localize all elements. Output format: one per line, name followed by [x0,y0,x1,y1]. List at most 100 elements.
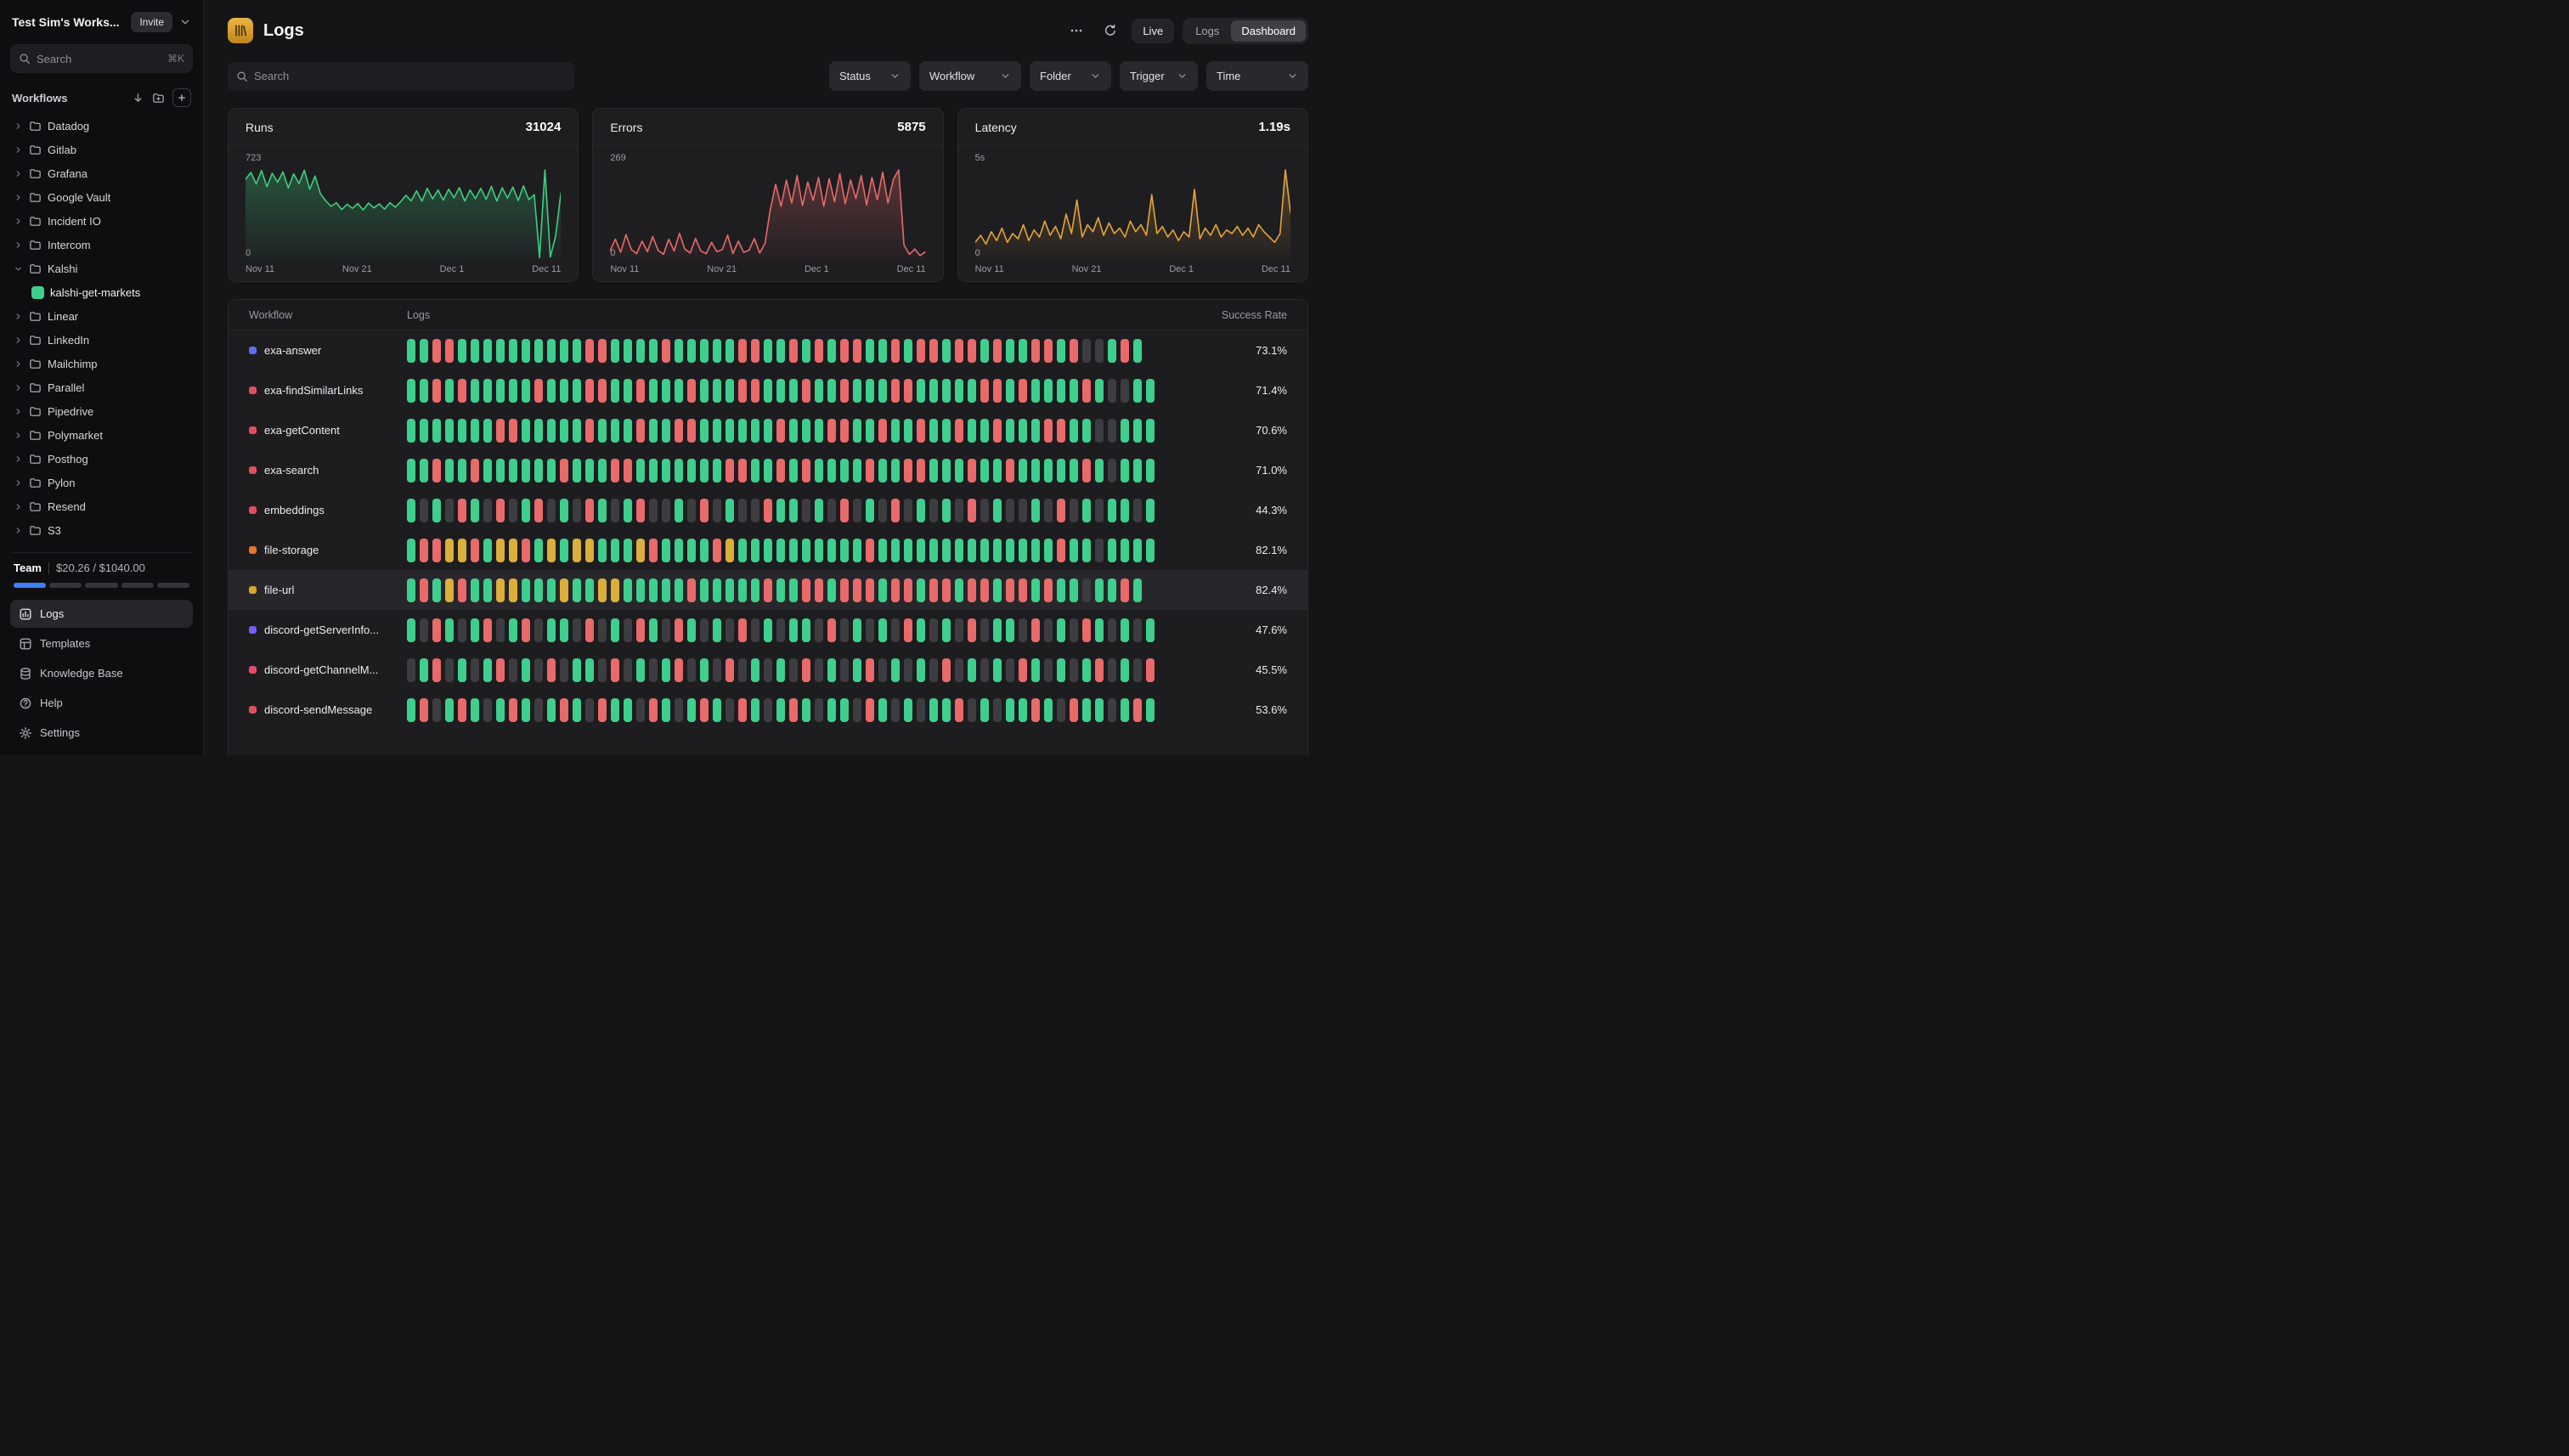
log-bar[interactable] [534,578,543,602]
log-bar[interactable] [1121,419,1129,443]
log-bar[interactable] [904,419,912,443]
log-bar[interactable] [483,419,492,443]
log-bar[interactable] [445,459,454,483]
log-bar[interactable] [585,499,594,522]
log-bar[interactable] [942,459,951,483]
log-bar[interactable] [802,459,810,483]
log-bar[interactable] [675,698,683,722]
log-bar[interactable] [1095,658,1104,682]
log-bar[interactable] [662,578,670,602]
log-bar[interactable] [853,618,861,642]
log-bar[interactable] [1006,499,1014,522]
log-bar[interactable] [1044,698,1053,722]
log-bar[interactable] [687,499,696,522]
log-bar[interactable] [585,578,594,602]
log-bar[interactable] [675,578,683,602]
log-bar[interactable] [1095,539,1104,562]
log-bar[interactable] [560,339,568,363]
log-bar[interactable] [598,578,607,602]
log-bar[interactable] [662,539,670,562]
log-bar[interactable] [738,459,747,483]
log-bar[interactable] [955,698,963,722]
log-bar[interactable] [1044,379,1053,403]
log-bar[interactable] [891,419,900,443]
filter-status[interactable]: Status [829,61,911,91]
log-bar[interactable] [458,499,466,522]
log-bar[interactable] [432,578,441,602]
log-bar[interactable] [509,578,517,602]
log-bar[interactable] [866,379,874,403]
log-bar[interactable] [929,658,938,682]
log-bar[interactable] [636,698,645,722]
log-bar[interactable] [1121,459,1129,483]
log-bar[interactable] [968,618,976,642]
sidebar-folder-mailchimp[interactable]: Mailchimp [10,352,193,375]
log-bar[interactable] [955,459,963,483]
log-bar[interactable] [675,499,683,522]
table-row-file-url[interactable]: file-url82.4% [229,570,1307,610]
log-bar[interactable] [407,379,415,403]
log-bar[interactable] [980,658,989,682]
log-bar[interactable] [929,339,938,363]
log-bar[interactable] [1019,658,1027,682]
log-bar[interactable] [1070,658,1078,682]
log-bar[interactable] [878,499,887,522]
sidebar-folder-grafana[interactable]: Grafana [10,161,193,185]
log-bar[interactable] [980,539,989,562]
log-bar[interactable] [649,499,658,522]
log-bar[interactable] [1146,658,1155,682]
log-bar[interactable] [955,658,963,682]
log-bar[interactable] [675,658,683,682]
log-bar[interactable] [624,698,632,722]
table-row-exa-findsimilarlinks[interactable]: exa-findSimilarLinks71.4% [229,370,1307,410]
log-bar[interactable] [687,419,696,443]
log-bar[interactable] [815,459,823,483]
log-bar[interactable] [649,658,658,682]
log-bar[interactable] [776,499,785,522]
log-bar[interactable] [1070,459,1078,483]
log-bar[interactable] [751,698,759,722]
log-bar[interactable] [496,459,505,483]
log-bar[interactable] [560,539,568,562]
log-bar[interactable] [1019,618,1027,642]
log-bar[interactable] [929,698,938,722]
log-bar[interactable] [955,499,963,522]
sidebar-search-input[interactable]: Search ⌘K [10,44,193,73]
log-bar[interactable] [687,459,696,483]
log-bar[interactable] [624,379,632,403]
log-bar[interactable] [891,618,900,642]
log-bar[interactable] [878,379,887,403]
log-bar[interactable] [522,459,530,483]
log-bar[interactable] [726,379,734,403]
log-bar[interactable] [980,499,989,522]
filter-folder[interactable]: Folder [1030,61,1111,91]
log-bar[interactable] [1070,578,1078,602]
log-bar[interactable] [573,419,581,443]
log-bar[interactable] [1057,419,1065,443]
log-bar[interactable] [662,419,670,443]
log-bar[interactable] [751,618,759,642]
log-bar[interactable] [598,539,607,562]
log-bar[interactable] [1082,539,1091,562]
log-bar[interactable] [624,539,632,562]
log-bar[interactable] [471,499,479,522]
log-bar[interactable] [776,539,785,562]
log-bar[interactable] [573,379,581,403]
log-bar[interactable] [420,459,428,483]
log-bar[interactable] [534,499,543,522]
log-bar[interactable] [407,499,415,522]
log-bar[interactable] [1044,539,1053,562]
log-bar[interactable] [815,499,823,522]
log-bar[interactable] [675,419,683,443]
log-bar[interactable] [496,379,505,403]
sidebar-item-knowledge-base[interactable]: Knowledge Base [10,659,193,687]
log-bar[interactable] [993,459,1002,483]
log-bar[interactable] [1006,578,1014,602]
log-bar[interactable] [1044,578,1053,602]
log-bar[interactable] [445,658,454,682]
log-bar[interactable] [675,459,683,483]
log-bar[interactable] [573,698,581,722]
log-bar[interactable] [840,539,849,562]
log-bar[interactable] [904,459,912,483]
log-bar[interactable] [917,698,925,722]
